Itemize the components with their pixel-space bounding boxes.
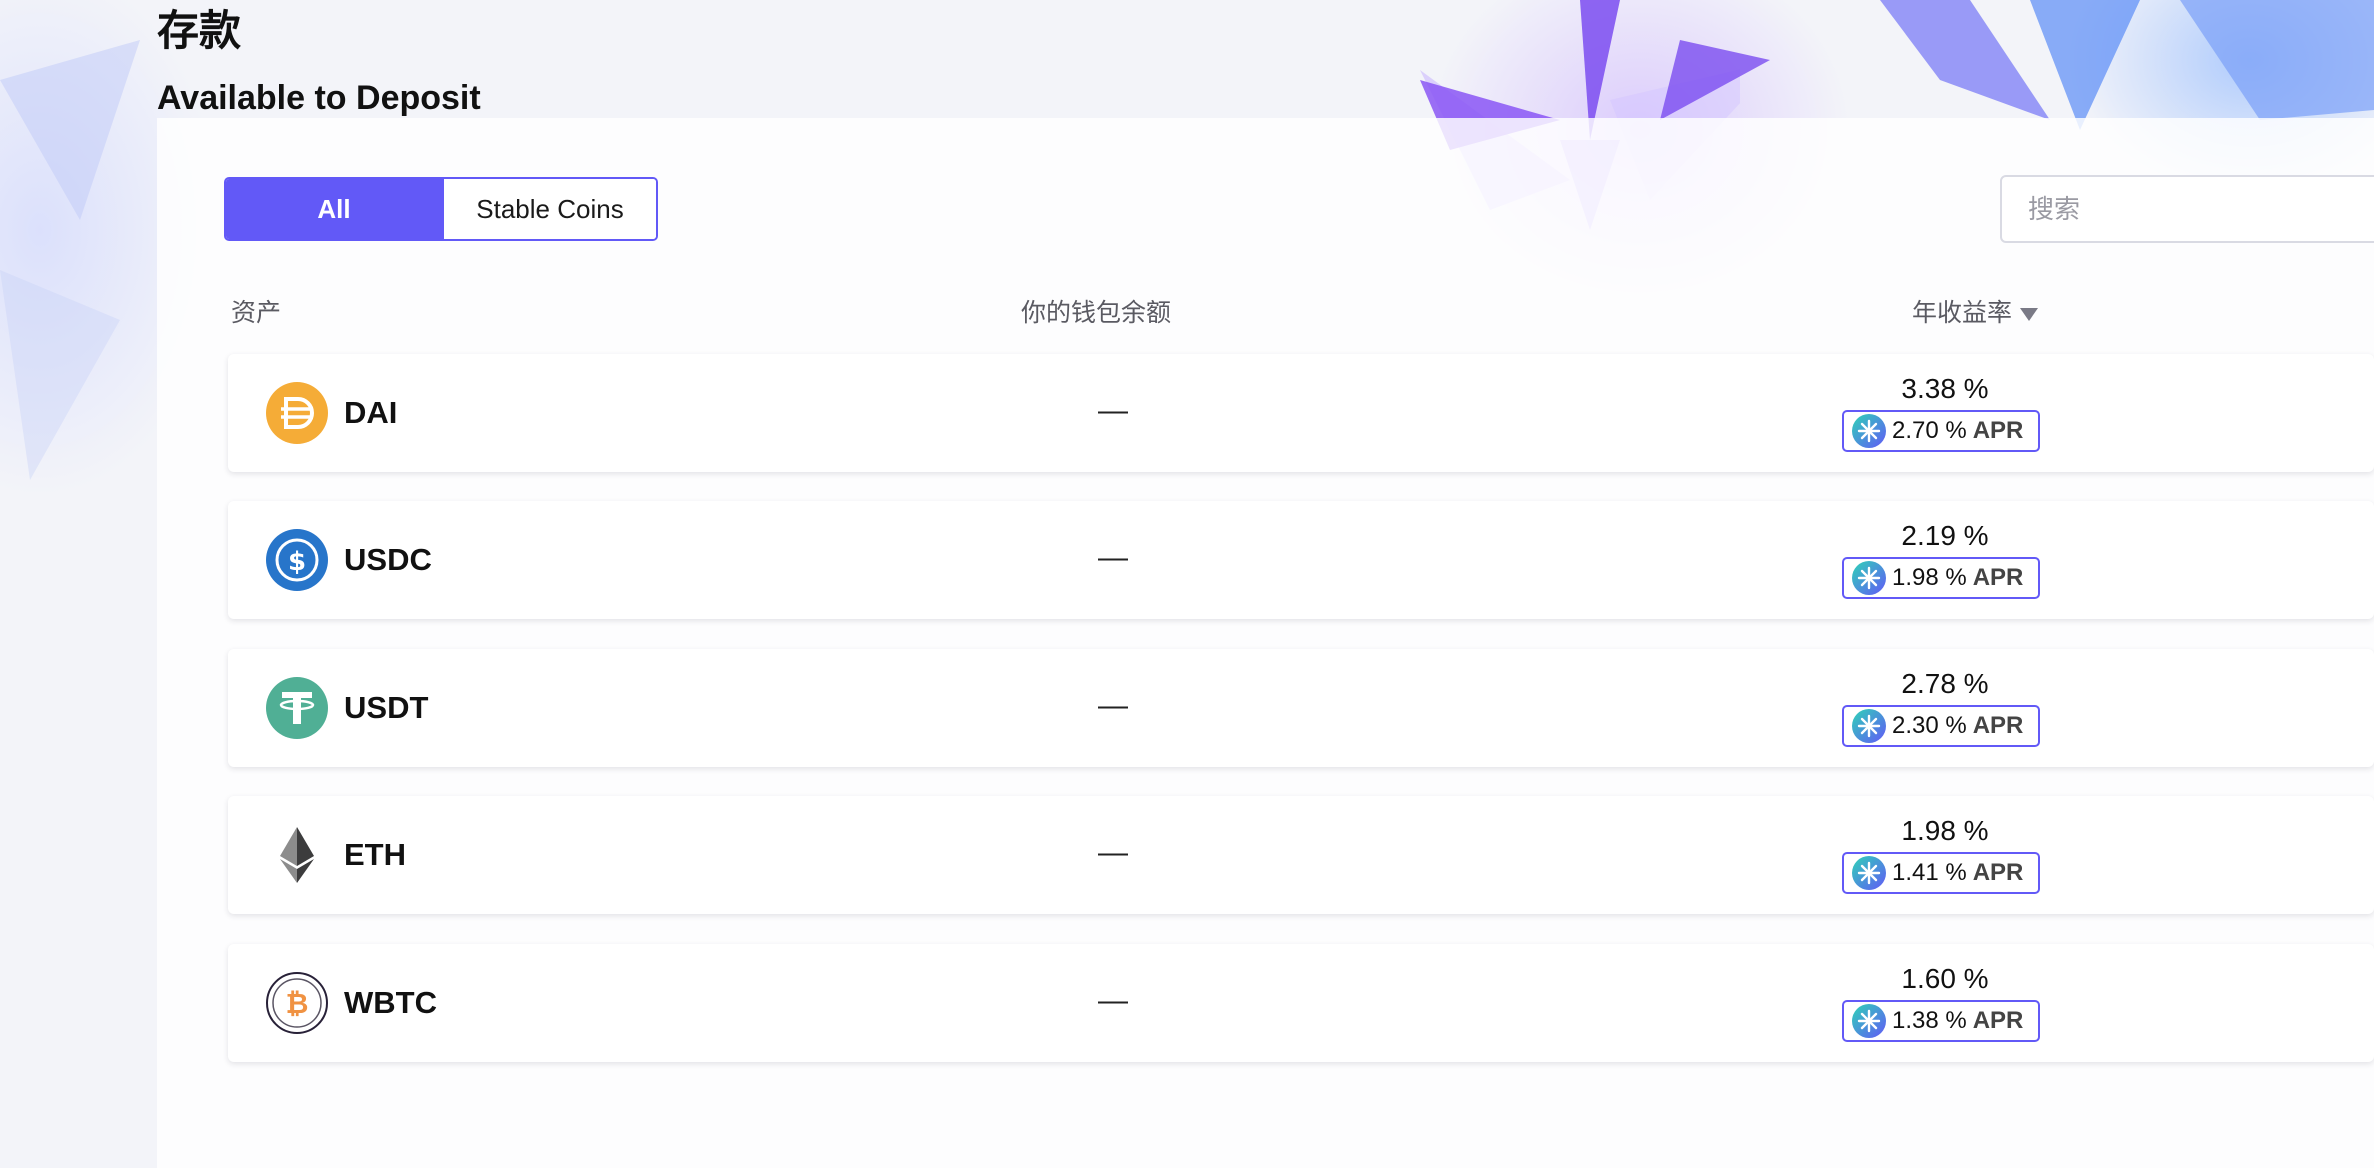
apr-value: 1.38 % (1892, 1007, 1967, 1034)
page-subtitle: Available to Deposit (157, 79, 481, 117)
apr-label: APR (1972, 712, 2024, 739)
usdc-icon: $ (266, 529, 328, 591)
incentive-apr-badge[interactable]: 2.70 % APR (1842, 410, 2040, 452)
table-row[interactable]: ETH — 1.98 % 1.41 % APR (228, 796, 2374, 914)
column-header-apy-label: 年收益率 (1912, 299, 2013, 327)
column-header-apy[interactable]: 年收益率 (1912, 296, 2039, 330)
apr-value: 2.70 % (1892, 417, 1967, 444)
reward-token-icon (1852, 1004, 1886, 1038)
apr-label: APR (1972, 859, 2024, 886)
svg-text:₿: ₿ (286, 987, 309, 1020)
wbtc-icon: ₿ (266, 972, 328, 1034)
apr-label: APR (1972, 1007, 2024, 1034)
asset-symbol: DAI (344, 395, 398, 430)
usdt-icon (266, 677, 328, 739)
wallet-balance: — (1098, 541, 1128, 574)
apr-label: APR (1972, 417, 2024, 444)
sort-descending-icon (2020, 307, 2039, 321)
incentive-apr-badge[interactable]: 1.98 % APR (1842, 557, 2040, 599)
asset-symbol: WBTC (344, 985, 437, 1020)
search-input[interactable] (2002, 177, 2374, 241)
eth-icon (280, 827, 314, 883)
wallet-balance: — (1098, 689, 1128, 722)
column-header-asset: 资产 (231, 299, 282, 327)
incentive-apr-badge[interactable]: 1.38 % APR (1842, 1000, 2040, 1042)
reward-token-icon (1852, 856, 1886, 890)
reward-token-icon (1852, 709, 1886, 743)
column-header-wallet-balance: 你的钱包余额 (1021, 299, 1172, 327)
svg-text:$: $ (288, 547, 306, 577)
apr-label: APR (1972, 564, 2024, 591)
asset-symbol: ETH (344, 837, 406, 872)
incentive-apr-badge[interactable]: 1.41 % APR (1842, 852, 2040, 894)
reward-token-icon (1852, 414, 1886, 448)
apr-value: 2.30 % (1892, 712, 1967, 739)
page-title: 存款 (157, 7, 242, 54)
asset-symbol: USDT (344, 690, 429, 725)
wallet-balance: — (1098, 836, 1128, 869)
apy-value: 2.78 % (1901, 668, 1989, 699)
search-box (2000, 175, 2374, 243)
incentive-apr-badge[interactable]: 2.30 % APR (1842, 705, 2040, 747)
table-row[interactable]: DAI — 3.38 % 2.70 % APR (228, 354, 2374, 472)
table-row[interactable]: USDT — 2.78 % 2.30 % APR (228, 649, 2374, 767)
apy-value: 1.98 % (1901, 815, 1989, 846)
table-row[interactable]: ₿ WBTC — 1.60 % 1.38 % APR (228, 944, 2374, 1062)
dai-icon (266, 382, 328, 444)
apy-value: 2.19 % (1901, 520, 1989, 551)
apr-value: 1.41 % (1892, 859, 1967, 886)
filter-all-button[interactable]: All (226, 179, 442, 239)
wallet-balance: — (1098, 394, 1128, 427)
filter-stable-coins-button[interactable]: Stable Coins (442, 179, 656, 239)
asset-symbol: USDC (344, 542, 432, 577)
asset-filter-toggle: All Stable Coins (224, 177, 658, 241)
reward-token-icon (1852, 561, 1886, 595)
table-row[interactable]: $ USDC — 2.19 % 1.98 % APR (228, 501, 2374, 619)
wallet-balance: — (1098, 984, 1128, 1017)
apr-value: 1.98 % (1892, 564, 1967, 591)
apy-value: 1.60 % (1901, 963, 1989, 994)
apy-value: 3.38 % (1901, 373, 1989, 404)
